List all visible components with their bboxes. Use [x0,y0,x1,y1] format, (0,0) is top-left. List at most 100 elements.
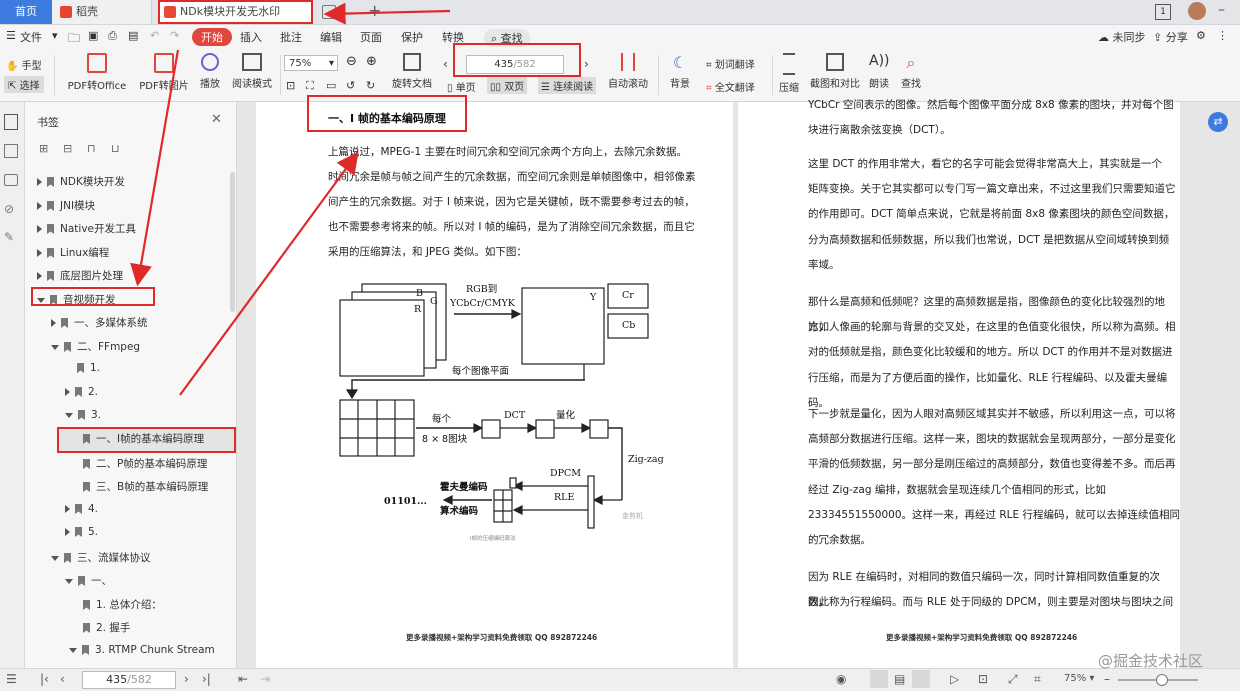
sidebar-item[interactable]: 4. [65,503,98,515]
play-button[interactable]: 播放 [194,53,226,90]
sidebar-item[interactable]: JNI模块 [37,198,95,213]
unsync-button[interactable]: ☁ 未同步 [1098,29,1146,45]
read-aloud-button[interactable]: A)) 朗读 [866,53,892,90]
sidebar-item[interactable]: 二、FFmpeg [51,339,140,354]
prev-page-icon[interactable]: ‹ [60,672,65,686]
last-page-icon[interactable]: ›| [202,672,211,686]
delete-bookmark-icon[interactable]: ⊟ [63,142,72,155]
zoom-out-icon[interactable]: – [1104,672,1110,686]
first-page-icon[interactable]: |‹ [40,672,49,686]
full-translate-button[interactable]: ⌗ 全文翻译 [706,79,755,94]
share-button[interactable]: ⇪ 分享 [1153,29,1188,45]
next-page-icon[interactable]: › [584,57,589,71]
menu-insert[interactable]: 插入 [240,29,262,45]
pdf-to-office-button[interactable]: PDF转Office [62,53,132,92]
screenshot-compare-button[interactable]: 截图和对比 [808,53,862,90]
crop-icon[interactable]: ⌗ [1034,672,1041,687]
menu-annotate[interactable]: 批注 [280,29,302,45]
zoom-slider-handle[interactable] [1156,674,1168,686]
sidebar-scrollbar[interactable] [230,172,235,312]
sidebar-item[interactable]: 一、多媒体系统 [51,315,148,330]
single-view-icon[interactable] [870,670,888,688]
open-folder-icon[interactable]: 🗀 [68,29,80,50]
floating-tool-icon[interactable]: ⇄ [1208,112,1228,132]
signature-icon[interactable]: ✎ [4,230,14,244]
redo-icon[interactable]: ↷ [170,29,179,42]
back-icon[interactable]: ⇤ [238,672,248,686]
menu-protect[interactable]: 保护 [401,29,423,45]
avatar[interactable] [1188,2,1206,20]
fullscreen-icon[interactable]: ⤢ [1008,672,1018,687]
rotate-doc-button[interactable]: 旋转文档 [390,53,434,90]
settings-icon[interactable]: ⚙ [1196,29,1206,42]
word-translate-button[interactable]: ⌗ 划词翻译 [706,56,755,71]
auto-scroll-button[interactable]: 自动滚动 [604,53,652,90]
save-icon[interactable]: ▣ [88,29,98,42]
zoom-out-icon[interactable]: ⊖ [346,54,357,69]
sidebar-toggle-icon[interactable]: ☰ [6,672,17,686]
eye-icon[interactable]: ◉ [836,672,846,686]
sidebar-item[interactable]: Linux编程 [37,245,109,260]
zoom-in-icon[interactable]: ⊕ [366,54,377,69]
continuous-read-button[interactable]: ☰ 连续阅读 [538,77,597,94]
new-tab-icon[interactable]: + [368,1,381,20]
double-view-icon[interactable] [912,670,930,688]
menu-page[interactable]: 页面 [360,29,382,45]
sidebar-item[interactable]: 1. [77,362,100,374]
close-icon[interactable]: ✕ [211,112,222,127]
undo-icon[interactable]: ↶ [150,29,159,42]
select-tool-button[interactable]: ⇱ 选择 [4,76,44,93]
more-icon[interactable]: ⋮ [1217,29,1228,42]
fit-icon[interactable]: ⊡ [978,672,988,686]
tab-pdf-document[interactable]: NDk模块开发无水印版.pdf [158,0,313,38]
pdf-to-image-button[interactable]: PDF转图片 [138,53,190,92]
attachment-icon[interactable]: ⊘ [4,202,14,216]
sidebar-item[interactable]: 2. 握手 [83,620,130,635]
tab-home[interactable]: 首页 [0,0,52,24]
play-icon[interactable]: ▷ [950,672,959,686]
window-count-icon[interactable]: 1 [1155,4,1171,20]
new-window-icon[interactable] [322,5,336,19]
menu-start[interactable]: 开始 [192,28,232,46]
sidebar-item[interactable]: 二、P帧的基本编码原理 [83,456,207,471]
sidebar-item[interactable]: 5. [65,526,98,538]
actual-size-icon[interactable]: ⊡ [286,79,295,92]
status-zoom[interactable]: 75% ▾ [1064,673,1094,684]
zoom-select[interactable]: 75% ▾ [284,55,338,71]
rotate-right-icon[interactable]: ↻ [366,79,375,92]
rotate-left-icon[interactable]: ↺ [346,79,355,92]
search-button[interactable]: ⌕ 查找 [898,53,924,90]
sidebar-item[interactable]: 1. 总体介绍： [83,597,162,612]
menu-file-chevron-icon[interactable]: ▾ [52,29,58,42]
sidebar-item[interactable]: 三、B帧的基本编码原理 [83,479,208,494]
bookmark-panel-icon[interactable] [4,114,18,130]
add-bookmark-icon[interactable]: ⊞ [39,142,48,155]
sidebar-item[interactable]: 3. [65,409,101,421]
read-mode-button[interactable]: 阅读模式 [230,53,274,90]
menu-file[interactable]: 文件 [20,29,42,45]
bookmark-icon[interactable]: ⊓ [87,142,96,155]
sidebar-item[interactable]: NDK模块开发 [37,174,125,189]
fit-width-icon[interactable]: ▭ [326,79,336,92]
print-icon[interactable]: ⎙ [108,29,117,43]
page-view-icon[interactable]: ▤ [894,672,905,686]
sidebar-item[interactable]: 底层图片处理 [37,268,123,283]
menu-icon[interactable]: ☰ [6,29,16,42]
prev-page-icon[interactable]: ‹ [443,57,448,71]
comment-icon[interactable] [4,174,18,186]
menu-edit[interactable]: 编辑 [320,29,342,45]
print-preview-icon[interactable]: ▤ [128,29,138,42]
sidebar-item[interactable]: 三、流媒体协议 [51,550,151,565]
background-button[interactable]: ☾ 背景 [664,53,696,90]
sidebar-item[interactable]: Native开发工具 [37,221,136,236]
thumbnail-icon[interactable] [4,144,18,158]
sidebar-item[interactable]: 2. [65,386,98,398]
fit-page-icon[interactable]: ⛶ [306,79,314,93]
sidebar-item[interactable]: 一、 [65,573,112,588]
double-page-button[interactable]: ▯▯ 双页 [487,77,528,94]
sidebar-item[interactable]: 3. RTMP Chunk Stream [69,644,215,656]
forward-icon[interactable]: ⇥ [260,672,270,686]
hand-tool-button[interactable]: ✋ 手型 [6,57,42,72]
minimize-icon[interactable]: – [1218,2,1225,18]
status-page-input[interactable]: 435/582 [82,671,176,689]
